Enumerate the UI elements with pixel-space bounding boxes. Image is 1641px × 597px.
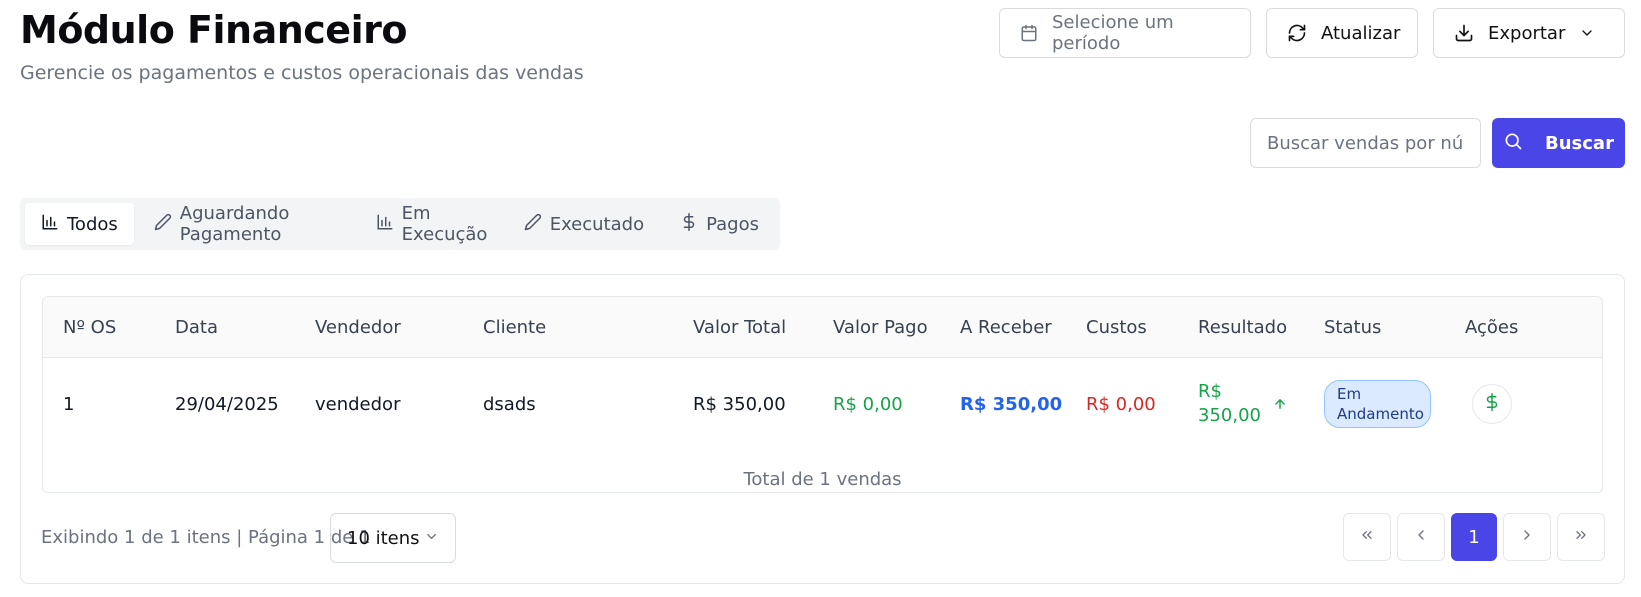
cell-seller: vendedor (315, 393, 401, 415)
top-actions: Selecione um período Atualizar Exportar (999, 8, 1625, 58)
cell-result: R$ 350,00 (1198, 381, 1261, 426)
first-page-button[interactable] (1343, 513, 1391, 561)
dollar-icon (1483, 392, 1501, 416)
bar-chart-icon (376, 213, 394, 236)
tab-executado[interactable]: Executado (508, 203, 660, 245)
status-cell: Em Andamento (1324, 358, 1431, 450)
status-tabs: Todos Aguardando Pagamento Em Execução E… (20, 198, 780, 250)
column-header: A Receber (960, 317, 1052, 338)
calendar-icon (1020, 24, 1038, 42)
refresh-icon (1287, 23, 1307, 43)
column-header: Resultado (1198, 317, 1288, 338)
chevron-down-icon (424, 528, 439, 549)
sales-table: Nº OS Data Vendedor Cliente Valor Total … (42, 296, 1603, 493)
column-header: Vendedor (315, 317, 401, 338)
tab-label: Pagos (706, 213, 759, 235)
table-header: Nº OS Data Vendedor Cliente Valor Total … (43, 297, 1602, 358)
pagination-info: Exibindo 1 de 1 itens | Página 1 de 1 (41, 527, 371, 548)
page-subtitle: Gerencie os pagamentos e custos operacio… (20, 62, 584, 84)
column-header: Nº OS (63, 317, 117, 338)
search-button[interactable]: Buscar (1492, 118, 1625, 168)
chevrons-right-icon (1573, 527, 1589, 547)
column-header: Valor Pago (833, 317, 928, 338)
tab-label: Todos (67, 213, 118, 235)
pencil-icon (524, 213, 542, 236)
export-button[interactable]: Exportar (1433, 8, 1625, 58)
column-header: Custos (1086, 317, 1147, 338)
tab-label: Aguardando Pagamento (179, 203, 290, 245)
actions-cell (1472, 358, 1512, 450)
next-page-button[interactable] (1503, 513, 1551, 561)
chevrons-left-icon (1359, 527, 1375, 547)
tab-aguardando-pagamento[interactable]: Aguardando Pagamento (138, 203, 356, 245)
page-button-current[interactable]: 1 (1451, 513, 1497, 561)
chevron-down-icon (1579, 25, 1595, 41)
search-icon (1503, 131, 1523, 156)
search-input[interactable] (1250, 118, 1481, 168)
search-button-label: Buscar (1545, 132, 1614, 154)
column-header: Status (1324, 317, 1382, 338)
arrow-up-icon (1273, 358, 1287, 450)
last-page-button[interactable] (1557, 513, 1605, 561)
page-size-select[interactable]: 10 itens (330, 513, 456, 563)
cell-paid: R$ 0,00 (833, 393, 903, 415)
download-icon (1454, 23, 1474, 43)
tab-label: Em Execução (401, 203, 488, 245)
period-picker-button[interactable]: Selecione um período (999, 8, 1251, 58)
table-total: Total de 1 vendas (743, 469, 902, 490)
cell-receivable: R$ 350,00 (960, 393, 1063, 415)
tab-label: Executado (549, 213, 645, 235)
dollar-icon (680, 212, 698, 236)
cell-client: dsads (483, 393, 536, 415)
cell-total: R$ 350,00 (693, 393, 786, 415)
status-badge: Em Andamento (1324, 380, 1431, 428)
table-row[interactable]: 1 29/04/2025 vendedor dsads R$ 350,00 R$… (43, 358, 1602, 450)
search-row: Buscar (1250, 118, 1625, 168)
bar-chart-icon (41, 213, 59, 236)
column-header: Ações (1465, 317, 1519, 338)
tab-em-execucao[interactable]: Em Execução (360, 203, 504, 245)
cell-date: 29/04/2025 (175, 393, 279, 415)
column-header: Data (175, 317, 218, 338)
chevron-left-icon (1413, 527, 1429, 547)
refresh-button[interactable]: Atualizar (1266, 8, 1418, 58)
page-title: Módulo Financeiro (20, 8, 407, 52)
column-header: Valor Total (693, 317, 787, 338)
pagination: 1 (1343, 513, 1605, 561)
tab-pagos[interactable]: Pagos (664, 203, 775, 245)
payment-action-button[interactable] (1472, 384, 1512, 424)
tab-todos[interactable]: Todos (25, 203, 134, 245)
prev-page-button[interactable] (1397, 513, 1445, 561)
chevron-right-icon (1519, 527, 1535, 547)
sales-card: Nº OS Data Vendedor Cliente Valor Total … (20, 274, 1625, 584)
cell-os: 1 (63, 393, 75, 415)
column-header: Cliente (483, 317, 547, 338)
period-picker-label: Selecione um período (1052, 12, 1174, 54)
pencil-icon (154, 213, 172, 236)
cell-costs: R$ 0,00 (1086, 393, 1156, 415)
page-size-label: 10 itens (347, 527, 420, 549)
refresh-label: Atualizar (1321, 22, 1401, 44)
export-label: Exportar (1488, 22, 1566, 44)
